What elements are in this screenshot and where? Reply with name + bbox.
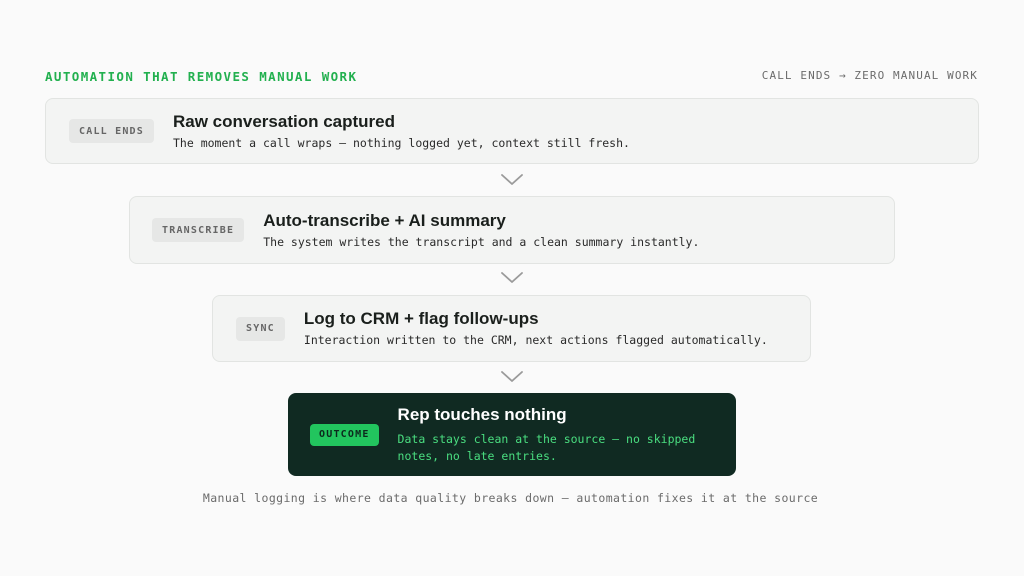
step-badge: SYNC: [236, 316, 285, 341]
step-texts: Raw conversation captured The moment a c…: [173, 112, 630, 151]
outcome-card: OUTCOME Rep touches nothing Data stays c…: [288, 393, 736, 476]
step-title: Log to CRM + flag follow-ups: [303, 309, 539, 328]
step-description: Interaction written to the CRM, next act…: [303, 333, 768, 347]
footer-note: Manual logging is where data quality bre…: [202, 491, 819, 505]
diagram-title: AUTOMATION THAT REMOVES MANUAL WORK: [45, 69, 358, 84]
outcome-badge: OUTCOME: [310, 423, 379, 446]
step-description: The moment a call wraps — nothing logged…: [173, 135, 630, 150]
step-description: The system writes the transcript and a c…: [263, 234, 700, 249]
step-badge: CALL ENDS: [69, 119, 154, 143]
step-call-ends: CALL ENDS Raw conversation captured The …: [45, 98, 979, 164]
flow-summary: CALL ENDS → ZERO MANUAL WORK: [761, 69, 978, 82]
chevron-down-icon: [500, 271, 524, 285]
chevron-down-icon: [500, 173, 524, 187]
step-title: Raw conversation captured: [173, 111, 396, 131]
step-texts: Auto-transcribe + AI summary The system …: [263, 211, 699, 250]
chevron-down-icon: [500, 370, 524, 384]
step-badge: TRANSCRIBE: [152, 218, 245, 242]
outcome-texts: Rep touches nothing Data stays clean at …: [398, 405, 698, 465]
outcome-description: Data stays clean at the source — no skip…: [397, 431, 696, 463]
step-texts: Log to CRM + flag follow-ups Interaction…: [304, 309, 768, 348]
step-sync: SYNC Log to CRM + flag follow-ups Intera…: [212, 295, 811, 362]
step-title: Auto-transcribe + AI summary: [263, 210, 506, 230]
outcome-title: Rep touches nothing: [397, 404, 567, 424]
step-transcribe: TRANSCRIBE Auto-transcribe + AI summary …: [129, 196, 895, 264]
